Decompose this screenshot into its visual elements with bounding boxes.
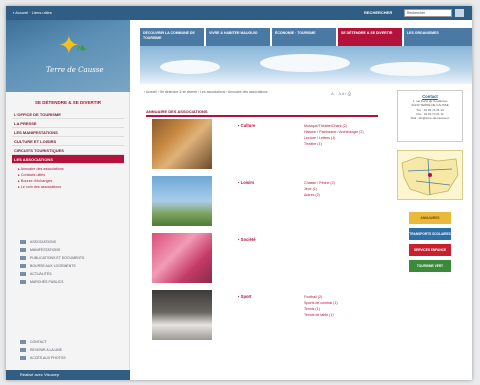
- home-link[interactable]: ▪ Accueil · Liens utiles: [13, 10, 52, 15]
- contact-line[interactable]: Mail : tdc@terre-de-causse.fr: [398, 116, 462, 120]
- document-icon: [20, 256, 26, 260]
- tab-se-detendre[interactable]: SE DÉTENDRE & SE DIVERTIR: [338, 28, 402, 46]
- category-items: Musique/Théâtre/Chant (2) Histoire / Pat…: [304, 123, 378, 147]
- link-une[interactable]: REVENIR A LA UNE: [20, 346, 120, 354]
- category-culture[interactable]: ▪ Culture: [238, 123, 255, 128]
- cloud-shape: [260, 54, 350, 72]
- category-row: ▪ Société: [146, 233, 378, 287]
- submenu-item[interactable]: ▸ Le coin des associations: [18, 184, 124, 190]
- arrow-icon: [20, 348, 26, 352]
- area-map[interactable]: [397, 150, 463, 200]
- leaf-logo-icon: ❧: [76, 40, 88, 56]
- category-societe[interactable]: ▪ Société: [238, 237, 256, 242]
- annuaires-button[interactable]: ANNUAIRES: [409, 212, 451, 224]
- page-title: ANNUAIRE DES ASSOCIATIONS: [146, 109, 378, 117]
- browser-page: ▪ Accueil · Liens utiles RECHERCHER Rech…: [6, 6, 472, 380]
- text-size-tools[interactable]: A- · A A+ ⎙: [331, 91, 351, 96]
- sidebar-item-culture[interactable]: CULTURE ET LOISIRS: [12, 137, 124, 146]
- tab-organismes[interactable]: LES ORGANISMES: [404, 28, 472, 46]
- camera-icon: [20, 356, 26, 360]
- house-icon: [20, 264, 26, 268]
- tourisme-vert-button[interactable]: TOURISME VERT: [409, 260, 451, 272]
- sidebar-section-title: SE DÉTENDRE & SE DIVERTIR: [34, 100, 101, 105]
- sidebar-item-circuits[interactable]: CIRCUITS TOURISTIQUES: [12, 146, 124, 155]
- culture-photo: [152, 119, 212, 169]
- main-nav: DÉCOUVRIR LA COMMUNE DE TOURISME VIVRE &…: [140, 28, 472, 46]
- news-icon: [20, 272, 26, 276]
- category-item[interactable]: Autres (2): [304, 192, 378, 198]
- category-items: Football (2) Sports de combat (1) Tennis…: [304, 294, 378, 318]
- search-label: RECHERCHER: [364, 10, 393, 15]
- calendar-icon: [20, 248, 26, 252]
- site-logo[interactable]: ✦ ❧ Terre de Causse: [6, 20, 130, 92]
- category-item[interactable]: Théâtre (1): [304, 141, 378, 147]
- tab-vivre[interactable]: VIVRE & HABITER MAUGUIO: [206, 28, 270, 46]
- mail-icon: [20, 340, 26, 344]
- link-photos[interactable]: ACCÈS AUX PHOTOS: [20, 354, 120, 362]
- sidebar-item-associations[interactable]: LES ASSOCIATIONS: [12, 155, 124, 164]
- sidebar-footer[interactable]: Réalisé avec Visuwep: [6, 370, 130, 380]
- category-item[interactable]: Tennis de table (1): [304, 312, 378, 318]
- sidebar-item-office[interactable]: L'OFFICE DE TOURISME: [12, 110, 124, 119]
- people-icon: [20, 240, 26, 244]
- enfance-button[interactable]: SERVICES ENFANCE: [409, 244, 451, 256]
- societe-photo: [152, 233, 212, 283]
- category-loisirs[interactable]: ▪ Loisirs: [238, 180, 254, 185]
- link-publications[interactable]: PUBLICATIONS ET DOCUMENTS: [20, 254, 120, 262]
- sidebar-item-presse[interactable]: LA PRESSE: [12, 119, 124, 128]
- cloud-shape: [370, 62, 450, 76]
- link-logements[interactable]: BOURSE AUX LOGEMENTS: [20, 262, 120, 270]
- tab-decouvrir[interactable]: DÉCOUVRIR LA COMMUNE DE TOURISME: [140, 28, 204, 46]
- logo-wordmark: Terre de Causse: [46, 66, 104, 74]
- breadcrumb: › Accueil › Se détendre & se divertir › …: [144, 90, 268, 94]
- category-row: ▪ Loisirs Chasse / Pêche (2) Jeux (1) Au…: [146, 176, 378, 230]
- tab-economie[interactable]: ÉCONOMIE · TOURISME: [272, 28, 336, 46]
- link-associations[interactable]: ASSOCIATIONS: [20, 238, 120, 246]
- sidebar-utility-links: CONTACT REVENIR A LA UNE ACCÈS AUX PHOTO…: [20, 338, 120, 362]
- category-sport[interactable]: ▪ Sport: [238, 294, 252, 299]
- contact-box: Contact 1, rue Porte de Coutances 34130 …: [397, 90, 463, 142]
- link-actualites[interactable]: ACTUALITÉS: [20, 270, 120, 278]
- search-input[interactable]: Rechercher: [404, 9, 452, 17]
- sidebar-submenu: ▸ Annuaire des associations ▸ Contacts u…: [12, 164, 124, 190]
- sidebar-menu: L'OFFICE DE TOURISME LA PRESSE LES MANIF…: [12, 110, 124, 190]
- sport-photo: [152, 290, 212, 340]
- sidebar-links: ASSOCIATIONS MANIFESTATIONS PUBLICATIONS…: [20, 238, 120, 286]
- link-manifestations[interactable]: MANIFESTATIONS: [20, 246, 120, 254]
- building-icon: [20, 280, 26, 284]
- category-items: Chasse / Pêche (2) Jeux (1) Autres (2): [304, 180, 378, 198]
- category-row: ▪ Sport Football (2) Sports de combat (1…: [146, 290, 378, 344]
- top-bar: ▪ Accueil · Liens utiles RECHERCHER Rech…: [6, 6, 472, 20]
- cloud-shape: [160, 60, 220, 74]
- map-drawing: [401, 156, 459, 196]
- link-contact[interactable]: CONTACT: [20, 338, 120, 346]
- search-go-button[interactable]: [455, 9, 464, 17]
- link-marches[interactable]: MARCHÉS PUBLICS: [20, 278, 120, 286]
- sidebar-item-manifestations[interactable]: LES MANIFESTATIONS: [12, 128, 124, 137]
- category-row: ▪ Culture Musique/Théâtre/Chant (2) Hist…: [146, 119, 378, 173]
- transports-button[interactable]: TRANSPORTS SCOLAIRES: [409, 228, 451, 240]
- sidebar: ✦ ❧ Terre de Causse SE DÉTENDRE & SE DIV…: [6, 20, 130, 380]
- loisirs-photo: [152, 176, 212, 226]
- header-banner: [140, 46, 472, 84]
